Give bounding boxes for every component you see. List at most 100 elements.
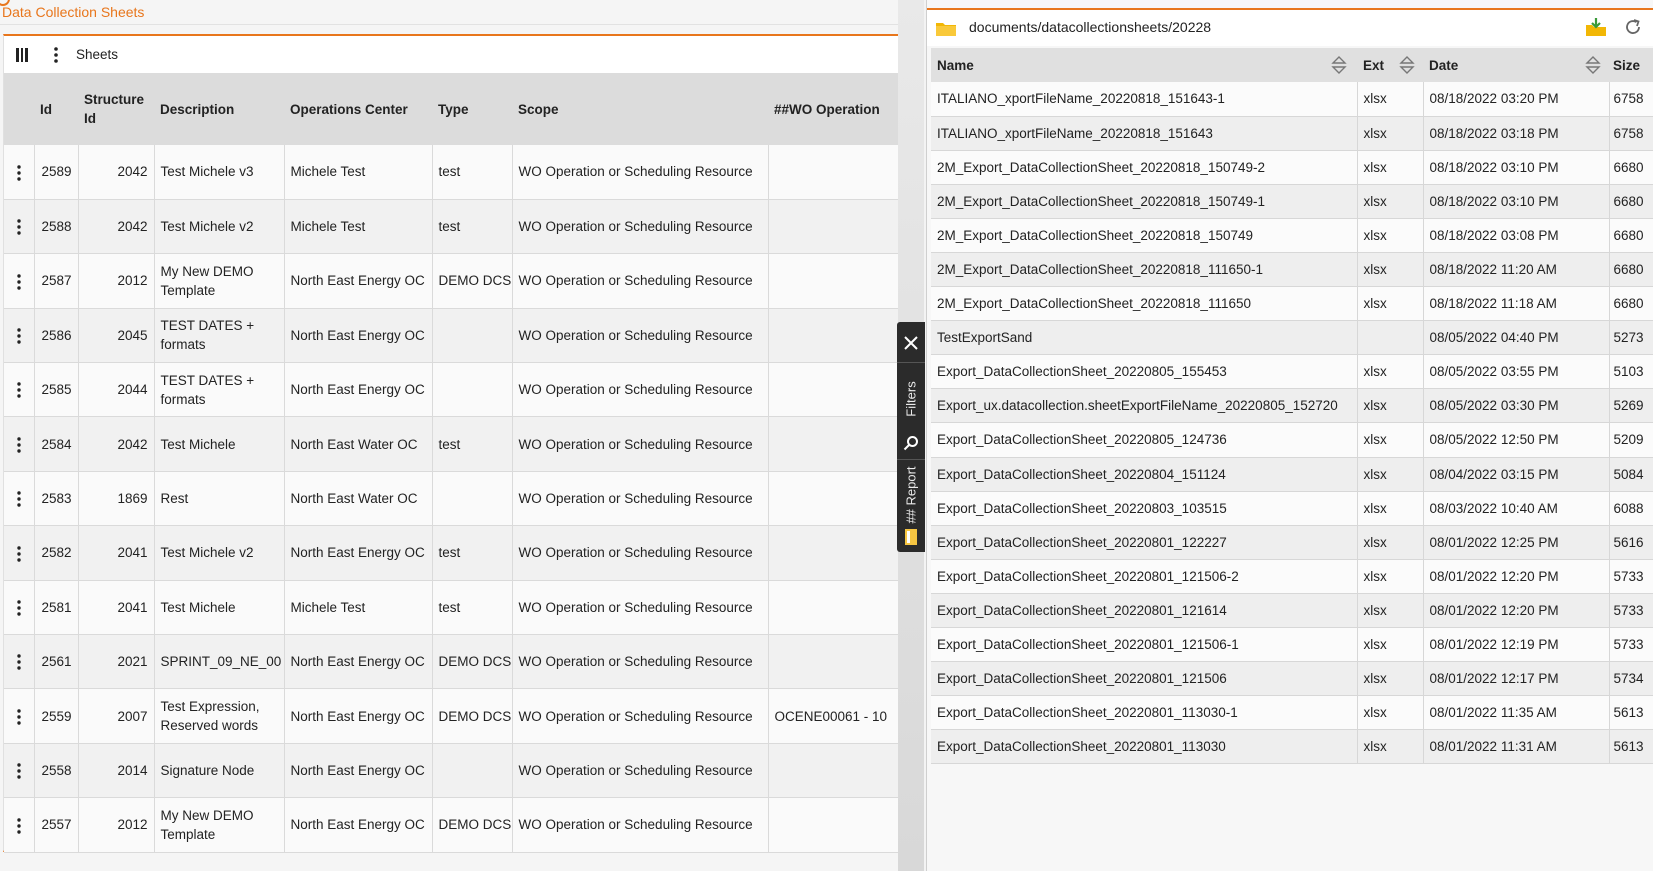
file-row[interactable]: Export_DataCollectionSheet_20220801_1215… [931,627,1653,663]
file-row[interactable]: 2M_Export_DataCollectionSheet_20220818_1… [931,286,1653,322]
row-actions [4,471,35,527]
file-row[interactable]: 2M_Export_DataCollectionSheet_20220818_1… [931,252,1653,288]
header-date[interactable]: Date [1423,48,1609,82]
file-size: 6758 [1609,116,1653,151]
cell-scope: WO Operation or Scheduling Resource [512,634,769,690]
file-row[interactable]: Export_DataCollectionSheet_20220801_1130… [931,729,1653,765]
cell-operations-center: North East Energy OC [284,308,433,364]
cell-scope: WO Operation or Scheduling Resource [512,199,769,255]
file-row[interactable]: Export_DataCollectionSheet_20220803_1035… [931,491,1653,526]
file-name: TestExportSand [931,320,1358,356]
more-vertical-icon[interactable] [17,436,21,454]
tab-report[interactable]: ## Report [897,459,925,552]
file-row[interactable]: Export_DataCollectionSheet_20220801_1216… [931,593,1653,629]
cell-scope: WO Operation or Scheduling Resource [512,688,769,744]
header-ext[interactable]: Ext [1357,48,1423,82]
file-row[interactable]: Export_DataCollectionSheet_20220804_1511… [931,457,1653,492]
file-row[interactable]: Export_DataCollectionSheet_20220801_1215… [931,559,1653,594]
file-row[interactable]: Export_DataCollectionSheet_20220801_1222… [931,525,1653,560]
sheets-pane: Data Collection Sheets Sheets Id Structu… [0,0,900,871]
cell-type [432,471,513,527]
header-scope[interactable]: Scope [512,73,768,145]
tab-filters-label: Filters [903,381,919,417]
file-name: ITALIANO_xportFileName_20220818_151643-1 [931,82,1358,117]
table-row[interactable]: 2586 2045 TEST DATES + formats North East E… [4,308,900,364]
table-row[interactable]: 2581 2041 Test Michele Michele Test test WO O… [4,580,900,636]
file-row[interactable]: Export_DataCollectionSheet_20220805_1554… [931,354,1653,390]
refresh-icon[interactable] [1624,18,1642,36]
table-row[interactable]: 2557 2012 My New DEMO Template North East E… [4,797,900,853]
more-vertical-icon[interactable] [17,164,21,182]
file-row[interactable]: ITALIANO_xportFileName_20220818_151643 xl… [931,116,1653,151]
download-icon[interactable] [1585,17,1607,37]
more-vertical-icon[interactable] [17,762,21,780]
cell-description: Signature Node [154,743,285,799]
sort-icon[interactable] [1331,56,1347,74]
header-size[interactable]: Size [1609,48,1653,82]
table-row[interactable]: 2587 2012 My New DEMO Template North East E… [4,253,900,309]
table-row[interactable]: 2588 2042 Test Michele v2 Michele Test test W… [4,199,900,255]
more-vertical-icon[interactable] [17,653,21,671]
more-vertical-icon[interactable] [17,218,21,236]
file-row[interactable]: TestExportSand 08/05/2022 04:40 PM 5273 [931,320,1653,356]
table-row[interactable]: 2561 2021 SPRINT_09_NE_00 North East Energy… [4,634,900,690]
more-vertical-icon[interactable] [17,327,21,345]
table-row[interactable]: 2583 1869 Rest North East Water OC WO Operat… [4,471,900,527]
more-vertical-icon[interactable] [17,381,21,399]
table-row[interactable]: 2558 2014 Signature Node North East Energy … [4,743,900,799]
header-type[interactable]: Type [432,73,512,145]
cell-structure-id: 2044 [78,362,155,418]
more-vertical-icon[interactable] [46,45,66,65]
cell-description: Test Expression, Reserved words [154,688,285,744]
table-row[interactable]: 2582 2041 Test Michele v2 North East Energy… [4,525,900,581]
file-row[interactable]: Export_DataCollectionSheet_20220801_1215… [931,661,1653,697]
sort-icon[interactable] [1585,56,1601,74]
cell-description: My New DEMO Template [154,797,285,853]
table-row[interactable]: 2585 2044 TEST DATES + formats North East E… [4,362,900,418]
cell-type: DEMO DCS [432,688,513,744]
file-name: Export_DataCollectionSheet_20220801_1215… [931,661,1358,697]
cell-structure-id: 1869 [78,471,155,527]
header-operations-center[interactable]: Operations Center [284,73,432,145]
sort-icon[interactable] [1399,56,1415,74]
more-vertical-icon[interactable] [17,817,21,835]
more-vertical-icon[interactable] [17,599,21,617]
cell-structure-id: 2014 [78,743,155,799]
cell-structure-id: 2012 [78,253,155,309]
cell-operations-center: Michele Test [284,145,433,200]
file-ext: xlsx [1357,457,1424,492]
more-vertical-icon[interactable] [17,708,21,726]
more-vertical-icon[interactable] [17,490,21,508]
cell-id: 2586 [34,308,79,364]
header-structure-id[interactable]: Structure Id [78,73,154,145]
file-row[interactable]: ITALIANO_xportFileName_20220818_151643-1… [931,82,1653,117]
table-row[interactable]: 2589 2042 Test Michele v3 Michele Test test W… [4,145,900,200]
table-row[interactable]: 2584 2042 Test Michele North East Water OC t… [4,416,900,472]
sheets-header-row: Id Structure Id Description Operations C… [4,73,899,145]
cell-operations-center: North East Energy OC [284,634,433,690]
header-wo-operation[interactable]: ##WO Operation [768,73,899,145]
columns-icon[interactable] [12,45,32,65]
file-row[interactable]: 2M_Export_DataCollectionSheet_20220818_1… [931,184,1653,219]
more-vertical-icon[interactable] [17,273,21,291]
file-ext: xlsx [1357,627,1424,663]
file-row[interactable]: 2M_Export_DataCollectionSheet_20220818_1… [931,150,1653,185]
current-path: documents/datacollectionsheets/20228 [969,19,1212,35]
more-vertical-icon[interactable] [17,545,21,563]
file-name: Export_DataCollectionSheet_20220805_1247… [931,422,1358,458]
file-row[interactable]: 2M_Export_DataCollectionSheet_20220818_1… [931,218,1653,253]
file-row[interactable]: Export_DataCollectionSheet_20220801_1130… [931,695,1653,731]
close-icon[interactable] [897,330,925,356]
file-row[interactable]: Export_ux.datacollection.sheetExportFile… [931,388,1653,424]
cell-wo-operation [768,634,900,690]
file-name: Export_DataCollectionSheet_20220805_1554… [931,354,1358,390]
cell-id: 2561 [34,634,79,690]
header-id[interactable]: Id [34,73,78,145]
header-name[interactable]: Name [931,48,1357,82]
cell-id: 2557 [34,797,79,853]
table-row[interactable]: 2559 2007 Test Expression, Reserved words N… [4,688,900,744]
file-row[interactable]: Export_DataCollectionSheet_20220805_1247… [931,422,1653,458]
file-date: 08/01/2022 12:20 PM [1423,593,1610,629]
tab-filters[interactable]: Filters [897,362,925,457]
header-description[interactable]: Description [154,73,284,145]
